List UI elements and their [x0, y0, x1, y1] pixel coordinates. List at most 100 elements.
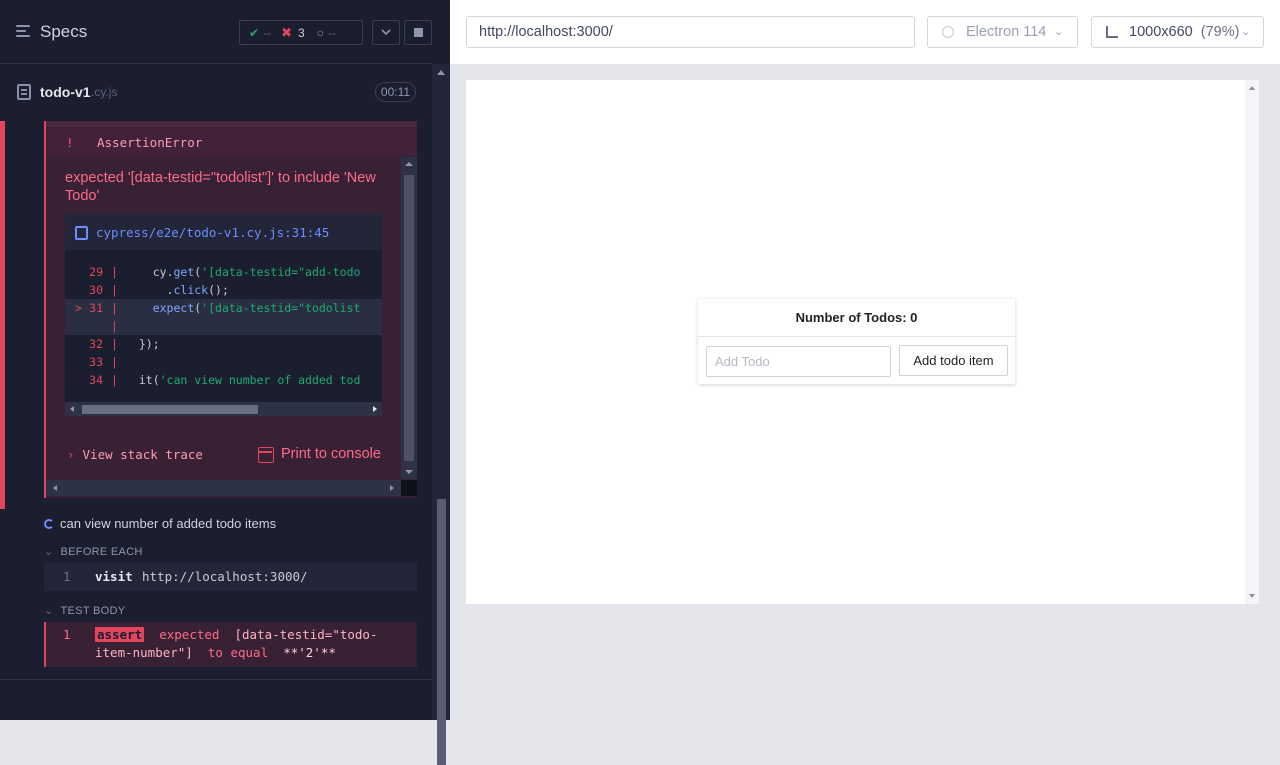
command-value: http://localhost:3000/ [142, 569, 308, 584]
hook-label: TEST BODY [60, 605, 126, 617]
reporter-bottom-divider [0, 679, 432, 680]
scroll-corner [401, 480, 417, 496]
before-each-hook[interactable]: ⌄ BEFORE EACH [44, 545, 143, 558]
running-spinner-icon [44, 519, 54, 529]
expand-button[interactable] [372, 20, 400, 45]
line-gutter: | [111, 283, 118, 297]
failed-test-indicator [0, 121, 5, 509]
code-line: 30 | .click(); [65, 281, 382, 299]
line-number: 32 [89, 337, 103, 351]
code-line: | [65, 317, 382, 335]
line-code: expect('[data-testid="todolist [152, 301, 361, 315]
ruler-icon [1106, 26, 1118, 38]
stop-button[interactable] [404, 20, 432, 45]
test-body-hook[interactable]: ⌄ TEST BODY [44, 604, 125, 617]
todo-card: Number of Todos: 0 Add todo item [698, 299, 1015, 384]
code-line: 33 | [65, 353, 382, 371]
specs-title[interactable]: Specs [40, 22, 87, 42]
command-name: visit [95, 569, 133, 584]
test-title[interactable]: can view number of added todo items [44, 516, 276, 531]
app-under-test-panel: http://localhost:3000/ Electron 114 ⌄ 10… [450, 0, 1280, 720]
code-line: 29 | cy.get('[data-testid="add-todo [65, 263, 382, 281]
line-gutter: | [111, 301, 118, 315]
reporter-vertical-scrollbar[interactable] [432, 64, 450, 765]
viewport-label: 1000x660 (79%) [1129, 17, 1239, 47]
line-number: 33 [89, 355, 103, 369]
chevron-right-icon: › [67, 447, 75, 462]
command-row[interactable]: 1 visit http://localhost:3000/ [44, 563, 417, 591]
error-panel: ! AssertionError expected '[data-testid=… [44, 121, 417, 498]
spec-file-ext: .cy.js [91, 85, 118, 99]
view-stack-trace-button[interactable]: › View stack trace [67, 447, 203, 462]
viewport-zoom: (79%) [1200, 24, 1240, 40]
passed-count: -- [263, 25, 272, 40]
stop-icon [414, 28, 423, 37]
line-code: cy.get('[data-testid="add-todo [125, 265, 361, 279]
code-frame-header[interactable]: cypress/e2e/todo-v1.cy.js:31:45 [65, 214, 382, 250]
code-scroll-thumb[interactable] [82, 405, 258, 414]
add-todo-button[interactable]: Add todo item [899, 345, 1008, 376]
pending-count: -- [327, 25, 336, 40]
error-vertical-scrollbar[interactable] [401, 157, 417, 479]
specs-list-icon[interactable] [16, 25, 32, 39]
url-bar[interactable]: http://localhost:3000/ [466, 16, 915, 48]
passed-check-icon: ✔ [249, 25, 260, 40]
aut-iframe: Number of Todos: 0 Add todo item [466, 80, 1259, 604]
line-code: }); [125, 337, 160, 351]
failed-count: 3 [297, 25, 305, 40]
browser-selector[interactable]: Electron 114 ⌄ [927, 16, 1078, 48]
code-line: >31 | expect('[data-testid="todolist [65, 299, 382, 317]
test-stats: ✔ -- ✖ 3 ○ -- [239, 20, 363, 45]
chevron-down-icon: ⌄ [44, 546, 54, 558]
code-frame: cypress/e2e/todo-v1.cy.js:31:45 29 | cy.g… [65, 214, 382, 416]
print-to-console-button[interactable]: Print to console [281, 446, 381, 462]
error-header: ! AssertionError [46, 127, 417, 156]
aut-vertical-scrollbar[interactable] [1245, 80, 1259, 604]
scroll-arrows-icon [1249, 86, 1255, 598]
assert-mid: to equal [207, 645, 269, 660]
hook-label: BEFORE EACH [60, 546, 143, 558]
spec-file-name[interactable]: todo-v1 [40, 84, 91, 100]
chevron-down-icon [381, 29, 391, 36]
spec-file-icon [17, 84, 31, 100]
reporter-scroll-thumb[interactable] [437, 499, 446, 765]
print-console-icon[interactable] [258, 447, 274, 463]
aut-toolbar: http://localhost:3000/ Electron 114 ⌄ 10… [450, 0, 1280, 64]
todo-count: Number of Todos: 0 [698, 299, 1015, 337]
line-code: .click(); [125, 283, 229, 297]
scroll-arrows-icon [53, 485, 394, 491]
code-line: 34 | it('can view number of added tod [65, 371, 382, 389]
code-horizontal-scrollbar[interactable] [65, 402, 382, 416]
line-gutter: | [111, 373, 118, 387]
reporter-panel: Specs ✔ -- ✖ 3 ○ -- todo-v1 .cy.js 00:11… [0, 0, 450, 765]
command-number: 1 [63, 569, 71, 584]
assert-command-row[interactable]: 1 assert expected [data-testid="todo-ite… [44, 622, 417, 667]
line-number: 30 [89, 283, 103, 297]
viewport-selector[interactable]: 1000x660 (79%) ⌄ [1091, 16, 1264, 48]
assert-badge: assert [95, 627, 145, 642]
line-number: 34 [89, 373, 103, 387]
chevron-down-icon: ⌄ [1054, 26, 1064, 38]
line-gutter: | [111, 319, 118, 333]
add-todo-input[interactable] [706, 346, 891, 377]
assert-expected: **'2'** [283, 645, 336, 660]
line-number: 29 [89, 265, 103, 279]
error-icon: ! [66, 135, 74, 150]
pending-spinner-icon: ○ [316, 25, 324, 40]
code-frame-path[interactable]: cypress/e2e/todo-v1.cy.js:31:45 [96, 225, 329, 240]
command-number: 1 [63, 627, 71, 642]
error-message: expected '[data-testid="todolist"]' to i… [65, 170, 376, 204]
error-scroll-thumb[interactable] [404, 175, 414, 461]
view-stack-trace-label: View stack trace [82, 447, 203, 462]
file-icon [75, 226, 88, 240]
assert-message: assert expected [data-testid="todo-item-… [95, 626, 415, 662]
spec-duration: 00:11 [375, 82, 416, 102]
chevron-down-icon: ⌄ [1241, 26, 1251, 38]
error-horizontal-scrollbar[interactable] [46, 480, 401, 496]
browser-label: Electron 114 [966, 24, 1047, 40]
viewport-size: 1000x660 [1129, 24, 1193, 40]
line-gutter: | [111, 337, 118, 351]
line-gutter: | [111, 355, 118, 369]
line-gutter: | [111, 265, 118, 279]
error-type: AssertionError [97, 135, 203, 150]
